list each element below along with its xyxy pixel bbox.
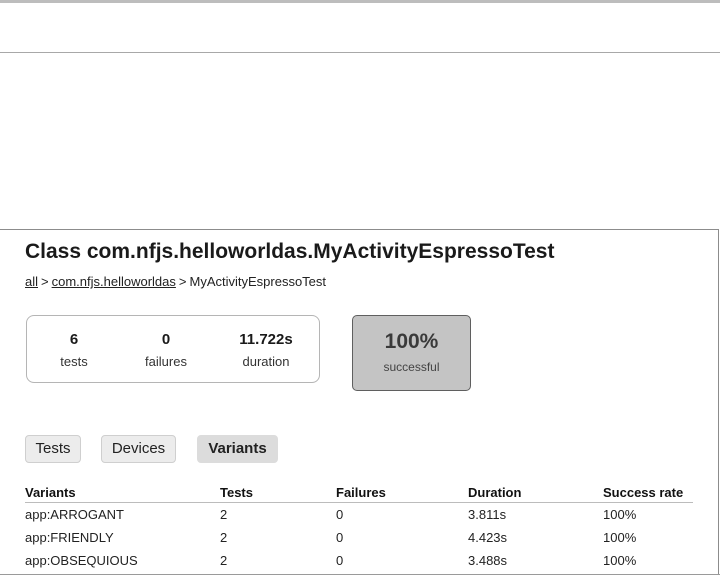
- variant-duration: 4.423s: [468, 530, 508, 545]
- variant-name: app:FRIENDLY: [25, 530, 114, 545]
- breadcrumb-separator: >: [41, 274, 49, 289]
- header-divider: [0, 52, 720, 53]
- bottom-divider: [0, 574, 720, 575]
- variant-name: app:ARROGANT: [25, 507, 124, 522]
- duration-counter: 11.722s duration: [221, 316, 311, 369]
- success-percent: 100%: [384, 330, 439, 353]
- column-header-variants: Variants: [25, 482, 220, 503]
- variant-tests: 2: [220, 530, 228, 545]
- success-rate-box: 100% successful: [352, 315, 471, 391]
- duration-value: 11.722s: [239, 331, 293, 348]
- duration-label: duration: [242, 354, 290, 369]
- failures-count: 0: [161, 331, 171, 348]
- tests-counter: 6 tests: [29, 316, 119, 369]
- table-header-row: Variants Tests Failures Duration Success…: [25, 482, 693, 503]
- tab-variants[interactable]: Variants: [197, 435, 278, 463]
- variant-success-rate: 100%: [603, 553, 637, 568]
- variant-tests: 2: [220, 553, 228, 568]
- table-row: app:ARROGANT 2 0 3.811s 100%: [25, 503, 693, 527]
- column-header-duration: Duration: [468, 482, 603, 503]
- variant-name: app:OBSEQUIOUS: [25, 553, 138, 568]
- variant-failures: 0: [336, 553, 344, 568]
- breadcrumb-separator: >: [178, 274, 187, 289]
- breadcrumb-package-link[interactable]: com.nfjs.helloworldas: [52, 274, 176, 289]
- variant-duration: 3.811s: [468, 507, 507, 522]
- variant-failures: 0: [336, 507, 344, 522]
- variant-success-rate: 100%: [603, 530, 637, 545]
- breadcrumb-all-link[interactable]: all: [25, 274, 38, 289]
- variant-failures: 0: [336, 530, 344, 545]
- tests-count: 6: [69, 331, 79, 348]
- column-header-success-rate: Success rate: [603, 482, 693, 503]
- table-row: app:FRIENDLY 2 0 4.423s 100%: [25, 526, 693, 549]
- variants-table: Variants Tests Failures Duration Success…: [25, 482, 693, 572]
- failures-label: failures: [145, 354, 187, 369]
- variant-tests: 2: [220, 507, 228, 522]
- breadcrumb: all > com.nfjs.helloworldas > MyActivityEspr…: [25, 274, 326, 289]
- variant-duration: 3.488s: [468, 553, 508, 568]
- tab-tests[interactable]: Tests: [25, 435, 81, 463]
- variant-success-rate: 100%: [603, 507, 637, 522]
- column-header-failures: Failures: [336, 482, 468, 503]
- column-header-tests: Tests: [220, 482, 336, 503]
- breadcrumb-current: MyActivityEspressoTest: [189, 274, 327, 289]
- summary-box: 6 tests 0 failures 11.722s duration: [26, 315, 320, 383]
- page-title: Class com.nfjs.helloworldas.MyActivityEs…: [25, 240, 555, 263]
- table-row: app:OBSEQUIOUS 2 0 3.488s 100%: [25, 549, 693, 572]
- success-label: successful: [383, 360, 440, 374]
- failures-counter: 0 failures: [121, 316, 211, 369]
- tab-devices[interactable]: Devices: [101, 435, 176, 463]
- top-divider: [0, 0, 720, 3]
- tests-label: tests: [60, 354, 88, 369]
